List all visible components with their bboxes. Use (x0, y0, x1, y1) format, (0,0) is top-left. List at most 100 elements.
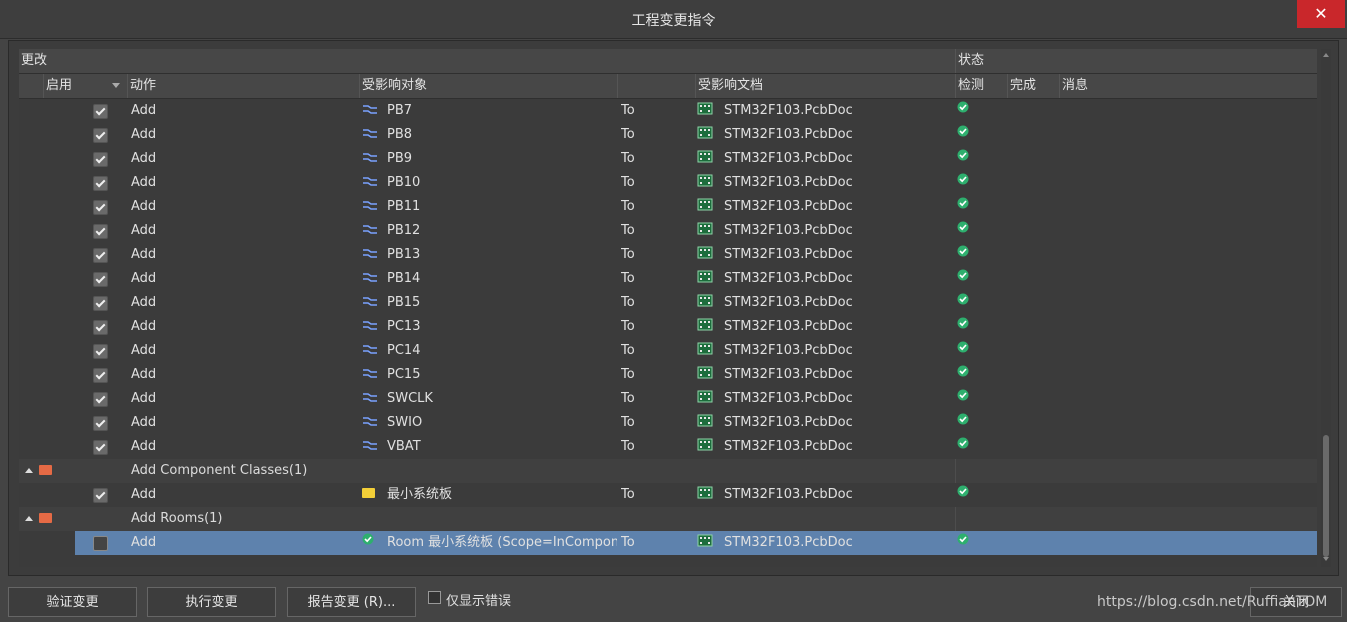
header-done[interactable]: 完成 (1007, 74, 1059, 98)
action-cell: Add (131, 223, 157, 238)
table-row[interactable]: Add PB7 To STM32F103.PcbDoc (19, 99, 1317, 123)
report-changes-button[interactable]: 报告变更 (R)... (287, 587, 416, 617)
table-row[interactable]: Add PB12 To STM32F103.PcbDoc (19, 219, 1317, 243)
action-cell: Add (131, 367, 157, 382)
scroll-up-icon[interactable] (1323, 53, 1329, 57)
document-cell: STM32F103.PcbDoc (724, 175, 853, 190)
table-row[interactable]: Add PB14 To STM32F103.PcbDoc (19, 267, 1317, 291)
object-cell: 最小系统板 (387, 487, 453, 502)
check-ok-icon (957, 365, 969, 377)
enable-checkbox[interactable] (93, 176, 108, 191)
enable-checkbox[interactable] (93, 416, 108, 431)
pcb-doc-icon (697, 366, 713, 379)
table-row[interactable]: Add 最小系统板 To STM32F103.PcbDoc (19, 483, 1317, 507)
net-icon (363, 321, 377, 330)
check-ok-icon (957, 341, 969, 353)
check-ok-icon (957, 293, 969, 305)
check-ok-icon (957, 245, 969, 257)
enable-checkbox[interactable] (93, 392, 108, 407)
pcb-doc-icon (697, 246, 713, 259)
to-cell: To (621, 439, 635, 454)
table-row[interactable]: Add PB13 To STM32F103.PcbDoc (19, 243, 1317, 267)
header-expand (19, 74, 43, 98)
object-cell: PC14 (387, 343, 421, 358)
expand-triangle-icon[interactable] (25, 516, 33, 521)
enable-checkbox[interactable] (93, 272, 108, 287)
enable-checkbox[interactable] (93, 320, 108, 335)
action-cell: Add (131, 247, 157, 262)
table-row[interactable]: Add PB15 To STM32F103.PcbDoc (19, 291, 1317, 315)
enable-checkbox[interactable] (93, 200, 108, 215)
scroll-down-icon[interactable] (1323, 557, 1329, 561)
pcb-doc-icon (697, 438, 713, 451)
table-row[interactable]: Add PB10 To STM32F103.PcbDoc (19, 171, 1317, 195)
document-cell: STM32F103.PcbDoc (724, 247, 853, 262)
check-ok-icon (957, 125, 969, 137)
net-icon (363, 273, 377, 282)
group-row[interactable]: Add Rooms(1) (19, 507, 1317, 531)
header-action[interactable]: 动作 (127, 74, 359, 98)
expand-triangle-icon[interactable] (25, 468, 33, 473)
header-status: 状态 (955, 49, 1317, 73)
object-cell: PB8 (387, 127, 413, 142)
header-object[interactable]: 受影响对象 (359, 74, 617, 98)
only-errors-checkbox[interactable] (428, 591, 441, 604)
header-document[interactable]: 受影响文档 (695, 74, 955, 98)
table-row[interactable]: Add PC14 To STM32F103.PcbDoc (19, 339, 1317, 363)
validate-changes-button[interactable]: 验证变更 (8, 587, 137, 617)
table-row[interactable]: Add PC13 To STM32F103.PcbDoc (19, 315, 1317, 339)
group-row[interactable]: Add Component Classes(1) (19, 459, 1317, 483)
enable-checkbox[interactable] (93, 152, 108, 167)
net-icon (363, 441, 377, 450)
to-cell: To (621, 415, 635, 430)
pcb-doc-icon (697, 126, 713, 139)
document-cell: STM32F103.PcbDoc (724, 439, 853, 454)
enable-checkbox[interactable] (93, 440, 108, 455)
header-message[interactable]: 消息 (1059, 74, 1317, 98)
action-cell: Add (131, 103, 157, 118)
table-row[interactable]: Add VBAT To STM32F103.PcbDoc (19, 435, 1317, 459)
net-icon (363, 105, 377, 114)
object-cell: PB7 (387, 103, 413, 118)
document-cell: STM32F103.PcbDoc (724, 151, 853, 166)
enable-checkbox[interactable] (93, 296, 108, 311)
check-ok-icon (957, 389, 969, 401)
object-cell: PB12 (387, 223, 421, 238)
document-cell: STM32F103.PcbDoc (724, 199, 853, 214)
enable-checkbox[interactable] (93, 104, 108, 119)
enable-checkbox[interactable] (93, 536, 108, 551)
table-row[interactable]: Add PB9 To STM32F103.PcbDoc (19, 147, 1317, 171)
table-row[interactable]: Add PB8 To STM32F103.PcbDoc (19, 123, 1317, 147)
to-cell: To (621, 391, 635, 406)
header-enable[interactable]: 启用 (43, 74, 127, 98)
vertical-scrollbar[interactable] (1321, 49, 1331, 567)
table-row[interactable]: Add SWIO To STM32F103.PcbDoc (19, 411, 1317, 435)
header-check[interactable]: 检测 (955, 74, 1007, 98)
enable-checkbox[interactable] (93, 128, 108, 143)
check-ok-icon (957, 197, 969, 209)
scroll-thumb[interactable] (1323, 435, 1329, 557)
enable-checkbox[interactable] (93, 488, 108, 503)
enable-checkbox[interactable] (93, 248, 108, 263)
enable-checkbox[interactable] (93, 368, 108, 383)
group-label: Add Rooms(1) (131, 511, 223, 526)
document-cell: STM32F103.PcbDoc (724, 103, 853, 118)
net-icon (363, 225, 377, 234)
action-cell: Add (131, 199, 157, 214)
to-cell: To (621, 319, 635, 334)
check-ok-icon (957, 317, 969, 329)
to-cell: To (621, 271, 635, 286)
to-cell: To (621, 247, 635, 262)
enable-checkbox[interactable] (93, 224, 108, 239)
execute-changes-button[interactable]: 执行变更 (147, 587, 276, 617)
action-cell: Add (131, 343, 157, 358)
pcb-doc-icon (697, 270, 713, 283)
table-row[interactable]: Add PC15 To STM32F103.PcbDoc (19, 363, 1317, 387)
net-icon (363, 153, 377, 162)
close-window-button[interactable]: ✕ (1297, 0, 1345, 28)
table-row[interactable]: Add SWCLK To STM32F103.PcbDoc (19, 387, 1317, 411)
changes-panel: 更改 状态 启用 动作 受影响对象 受影响文档 检测 完成 消息 Add PB7 T… (8, 40, 1339, 576)
enable-checkbox[interactable] (93, 344, 108, 359)
table-row[interactable]: Add PB11 To STM32F103.PcbDoc (19, 195, 1317, 219)
table-row[interactable]: Add Room 最小系统板 (Scope=InCompon To STM32F103… (75, 531, 1317, 555)
